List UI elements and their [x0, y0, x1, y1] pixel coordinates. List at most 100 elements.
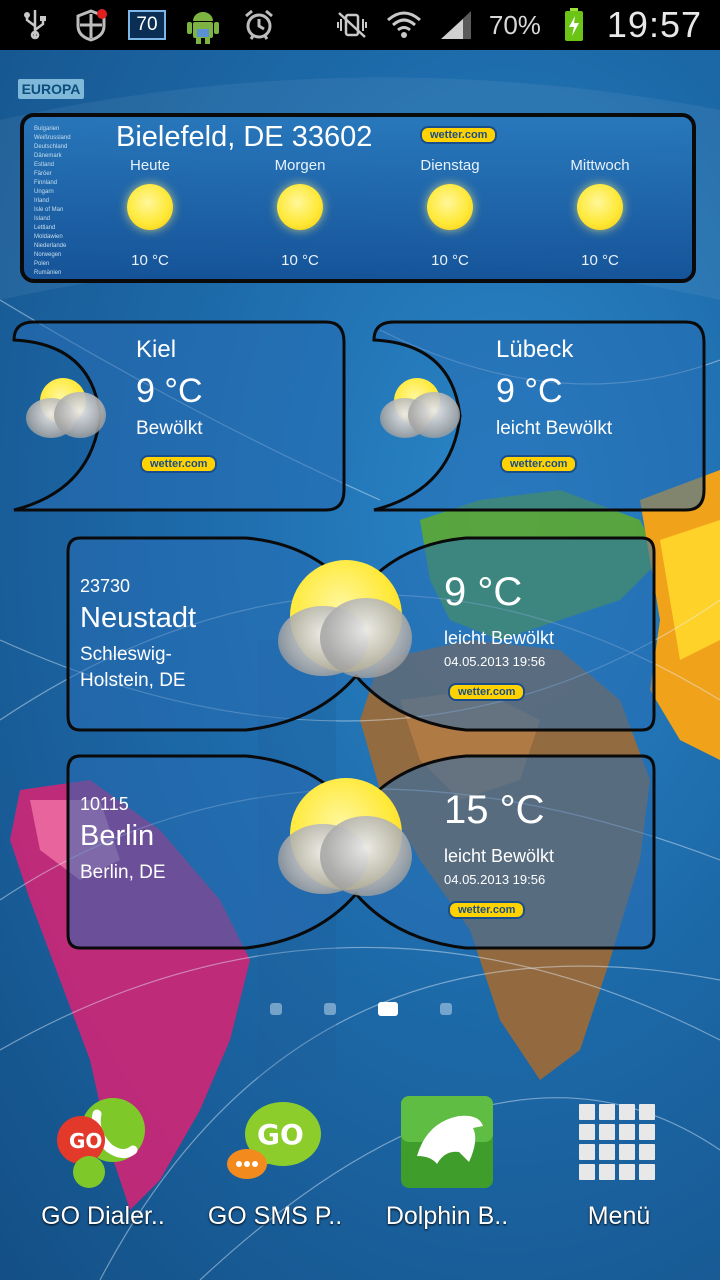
region-name: Berlin, DE: [80, 862, 166, 883]
city-name: Berlin: [80, 820, 155, 852]
country-list-item: Irland: [34, 198, 50, 204]
city-name: Neustadt: [80, 602, 197, 634]
sun-icon: [577, 184, 623, 230]
battery-charging-icon: [555, 6, 593, 44]
page-dot[interactable]: [270, 1003, 282, 1015]
go-sms-icon[interactable]: GO: [225, 1092, 325, 1192]
wetter-logo: wetter.com: [140, 454, 218, 473]
app-label: Dolphin B..: [385, 1202, 509, 1230]
update-timestamp: 04.05.2013 19:56: [444, 654, 546, 669]
go-dialer-icon[interactable]: GO: [53, 1092, 153, 1192]
svg-text:GO: GO: [257, 1118, 304, 1151]
country-list-item: Dänemark: [34, 153, 62, 159]
page-dot[interactable]: [324, 1003, 336, 1015]
country-list-item: Weißrussland: [34, 135, 71, 141]
weather-widget-kiel[interactable]: Kiel 9 °C Bewölkt wetter.com: [12, 320, 346, 512]
signal-strength-icon: [437, 6, 475, 44]
usb-icon: [16, 6, 54, 44]
city-name: Kiel: [136, 336, 177, 363]
sun-icon: [127, 184, 173, 230]
shield-icon: [72, 6, 110, 44]
cloudy-sun-icon: [272, 758, 412, 898]
cloudy-sun-icon: [372, 376, 462, 446]
page-indicator[interactable]: [270, 1002, 452, 1016]
cloudy-sun-icon: [272, 540, 412, 680]
dolphin-browser-icon[interactable]: [397, 1092, 497, 1192]
weather-description: Bewölkt: [136, 418, 203, 439]
country-list-item: Niederlande: [34, 243, 67, 249]
country-list: Bulgarien Weißrussland Deutschland Dänemark…: [34, 125, 71, 278]
app-dolphin-browser[interactable]: Dolphin B..: [362, 1092, 532, 1231]
country-list-item: Estland: [34, 162, 55, 168]
forecast-day: Mittwoch 10 °C: [540, 157, 660, 269]
temperature: 9 °C: [136, 372, 203, 410]
temperature: 9 °C: [496, 372, 563, 410]
app-drawer-icon[interactable]: [569, 1092, 669, 1192]
wifi-icon: [385, 6, 423, 44]
svg-text:GO: GO: [69, 1129, 102, 1153]
forecast-day: Heute 10 °C: [90, 157, 210, 269]
status-bar: 70 70% 19:57: [0, 0, 720, 50]
app-drawer-button[interactable]: Menü: [534, 1092, 704, 1231]
page-dot[interactable]: [440, 1003, 452, 1015]
sun-icon: [427, 184, 473, 230]
cloudy-sun-icon: [18, 376, 108, 446]
temperature: 9 °C: [444, 570, 523, 614]
clock-time: 19:57: [606, 4, 702, 45]
sun-icon: [277, 184, 323, 230]
country-list-item: Norwegen: [34, 252, 62, 258]
battery-percent: 70%: [488, 9, 541, 40]
app-label: Menü: [587, 1202, 651, 1230]
country-list-item: Island: [34, 216, 51, 222]
country-list-item: Finnland: [34, 180, 58, 186]
country-list-item: Ungarn: [34, 189, 54, 195]
wetter-logo-text: wetter.com: [500, 455, 578, 473]
weather-description: leicht Bewölkt: [444, 628, 555, 648]
forecast-temp: 10 °C: [281, 252, 319, 269]
country-list-item: Deutschland: [34, 144, 68, 150]
notification-badge-icon: 70: [128, 6, 166, 44]
forecast-day-label: Morgen: [274, 157, 326, 174]
country-list-item: Rumänien: [34, 270, 62, 276]
wetter-logo-text: wetter.com: [448, 683, 526, 701]
app-dock: GO GO Dialer.. GO GO SMS P.. Dolphin B..…: [0, 1092, 720, 1242]
postal-code: 10115: [80, 794, 129, 814]
city-name: Lübeck: [496, 336, 574, 363]
android-icon: [184, 6, 222, 44]
region-tag: EUROPA: [18, 79, 84, 99]
app-go-dialer[interactable]: GO GO Dialer..: [18, 1092, 188, 1231]
page-dot-active[interactable]: [378, 1002, 398, 1016]
alarm-clock-icon: [240, 6, 278, 44]
forecast-day-label: Mittwoch: [570, 157, 630, 174]
wetter-logo-text: wetter.com: [448, 901, 526, 919]
app-label: GO Dialer..: [41, 1202, 165, 1230]
country-list-item: Isle of Man: [34, 207, 64, 213]
country-list-item: Lettland: [34, 225, 56, 231]
country-list-item: Moldawien: [34, 234, 63, 240]
wetter-logo: wetter.com: [448, 900, 526, 919]
forecast-day: Dienstag 10 °C: [390, 157, 510, 269]
widget-location-title: Bielefeld, DE 33602: [116, 121, 373, 153]
forecast-day: Morgen 10 °C: [240, 157, 360, 269]
weather-widget-forecast[interactable]: Bulgarien Weißrussland Deutschland Dänemark…: [20, 113, 696, 283]
forecast-day-label: Dienstag: [420, 157, 480, 174]
weather-widget-luebeck[interactable]: Lübeck 9 °C leicht Bewölkt wetter.com: [372, 320, 706, 512]
vibrate-mute-icon: [333, 6, 371, 44]
weather-description: leicht Bewölkt: [496, 418, 613, 439]
wetter-logo-text: wetter.com: [140, 455, 218, 473]
forecast-temp: 10 °C: [131, 252, 169, 269]
forecast-day-label: Heute: [129, 157, 171, 174]
app-label: GO SMS P..: [207, 1202, 343, 1230]
country-list-item: Polen: [34, 261, 50, 267]
notification-badge-text: 70: [128, 10, 166, 40]
country-list-item: Färöer: [34, 171, 52, 177]
region-name: Schleswig-Holstein, DE: [80, 644, 186, 691]
update-timestamp: 04.05.2013 19:56: [444, 872, 546, 887]
app-go-sms[interactable]: GO GO SMS P..: [190, 1092, 360, 1231]
weather-widget-neustadt[interactable]: 23730 Neustadt Schleswig-Holstein, DE 9 …: [66, 536, 656, 732]
forecast-temp: 10 °C: [431, 252, 469, 269]
weather-widget-berlin[interactable]: 10115 Berlin Berlin, DE 15 °C leicht Bew…: [66, 754, 656, 950]
postal-code: 23730: [80, 576, 131, 596]
wetter-logo: wetter.com: [500, 454, 578, 473]
forecast-temp: 10 °C: [581, 252, 619, 269]
